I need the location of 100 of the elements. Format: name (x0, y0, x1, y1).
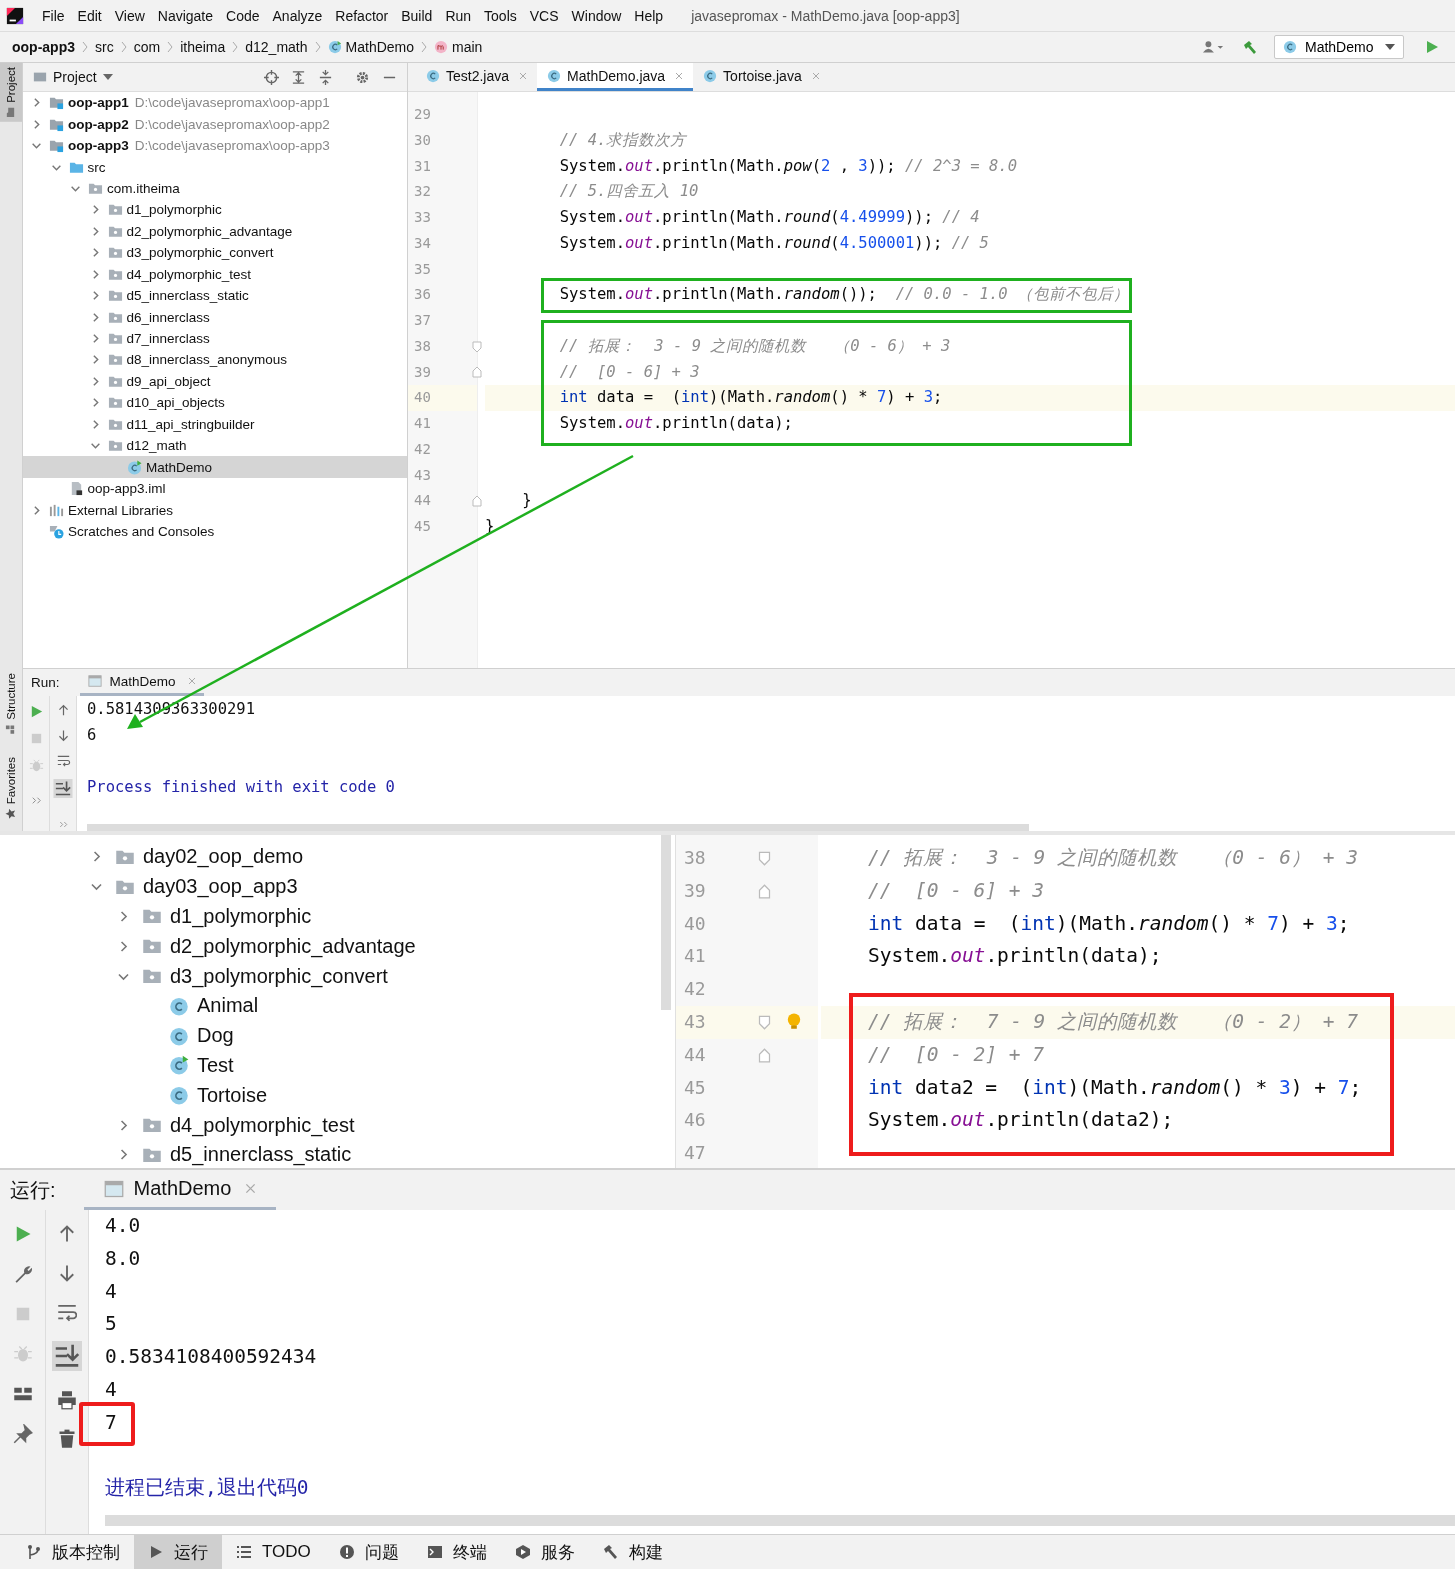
fold-marker-icon[interactable] (472, 366, 482, 379)
settings-icon[interactable] (355, 69, 370, 85)
tree-item[interactable]: Tortoise (0, 1080, 675, 1111)
tree-item[interactable]: d2_polymorphic_advantage (0, 931, 675, 962)
tree-item[interactable]: Scratches and Consoles (23, 520, 407, 543)
tree-item[interactable]: d4_polymorphic_test (0, 1110, 675, 1140)
run-config-dropdown[interactable]: MathDemo (1274, 35, 1404, 59)
run-tab[interactable]: MathDemo (83, 1170, 277, 1210)
tree-item[interactable]: External Libraries (23, 499, 407, 521)
tool-window-button[interactable]: 版本控制 (12, 1535, 134, 1569)
line-number: 30 (413, 130, 431, 150)
tree-item[interactable]: d1_polymorphic (23, 199, 407, 221)
tree-item[interactable]: d6_innerclass (23, 306, 407, 328)
trash-icon[interactable] (57, 1429, 77, 1449)
tree-item[interactable]: oop-app2 D:\code\javasepromax\oop-app2 (23, 113, 407, 135)
fold-marker-icon[interactable] (758, 883, 771, 899)
menu-item[interactable]: Tools (483, 7, 518, 24)
tool-window-button[interactable]: 服务 (500, 1535, 589, 1569)
favorites-tool-tab[interactable]: Favorites (0, 752, 22, 823)
scroll-to-end-icon[interactable] (52, 1341, 82, 1371)
tree-item[interactable]: d5_innerclass_static (23, 284, 407, 307)
expand-all-icon[interactable] (291, 69, 306, 85)
breadcrumb-item[interactable]: com (133, 39, 161, 55)
line-number: 45 (413, 517, 431, 536)
tree-item[interactable]: d8_innerclass_anonymous (23, 349, 407, 371)
scrollbar[interactable] (105, 1515, 1455, 1526)
tree-item[interactable]: day02_oop_demo (0, 842, 675, 872)
fold-marker-icon[interactable] (472, 340, 482, 353)
code-line: // 拓展： 7 - 9 之间的随机数 （0 - 2） + 7 (866, 1009, 1358, 1035)
menu-item[interactable]: Refactor (334, 7, 390, 24)
fold-marker-icon[interactable] (758, 1014, 771, 1030)
tool-window-button[interactable]: 问题 (324, 1535, 413, 1569)
tool-window-button[interactable]: TODO (222, 1535, 325, 1569)
menu-item[interactable]: Build (400, 7, 434, 24)
tree-item[interactable]: d4_polymorphic_test (23, 263, 407, 285)
tool-window-button[interactable]: 构建 (588, 1535, 677, 1569)
pin-icon[interactable] (12, 1424, 33, 1444)
tree-item[interactable]: oop-app3 D:\code\javasepromax\oop-app3 (23, 134, 407, 157)
fold-marker-icon[interactable] (758, 850, 771, 866)
breadcrumb-item[interactable]: d12_math (245, 39, 308, 55)
tree-item[interactable]: src (23, 156, 407, 178)
tree-item[interactable]: d9_api_object (23, 370, 407, 393)
collapse-all-icon[interactable] (318, 69, 333, 85)
tree-item[interactable]: Dog (0, 1020, 675, 1051)
class-icon (703, 68, 718, 83)
close-icon[interactable] (675, 71, 684, 80)
tree-item[interactable]: d3_polymorphic_convert (23, 242, 407, 264)
breadcrumb-item[interactable]: src (95, 39, 114, 55)
lightbulb-icon[interactable] (787, 1013, 801, 1032)
structure-tool-tab[interactable]: Structure (0, 669, 22, 739)
tree-item[interactable]: d5_innerclass_static (0, 1139, 675, 1170)
menu-item[interactable]: Code (225, 7, 261, 24)
tree-item[interactable]: Test (0, 1050, 675, 1081)
print-icon[interactable] (57, 1390, 77, 1410)
scrollbar[interactable] (661, 835, 671, 1010)
wrap-icon[interactable] (57, 1302, 77, 1322)
down-arrow-icon[interactable] (57, 1263, 77, 1283)
fold-marker-icon[interactable] (758, 1047, 771, 1063)
tree-item[interactable]: day03_oop_app3 (0, 871, 675, 902)
tree-item[interactable]: oop-app3.iml (23, 477, 407, 500)
menu-item[interactable]: VCS (528, 7, 560, 24)
menu-item[interactable]: Window (570, 7, 623, 24)
tree-item[interactable]: d2_polymorphic_advantage (23, 220, 407, 243)
tree-item[interactable]: d12_math (23, 435, 407, 457)
tree-item[interactable]: d11_api_stringbuilder (23, 413, 407, 435)
menu-item[interactable]: Edit (76, 7, 103, 24)
editor-tab[interactable]: Test2.java (416, 63, 538, 91)
breadcrumb-item[interactable]: oop-app3 (12, 39, 75, 55)
tree-item[interactable]: Animal (0, 991, 675, 1021)
menu-item[interactable]: Analyze (271, 7, 324, 24)
tree-item[interactable]: d10_api_objects (23, 392, 407, 414)
scroll-to-end-icon[interactable] (52, 778, 74, 798)
user-icon[interactable] (1202, 39, 1224, 55)
tree-item[interactable]: d3_polymorphic_convert (0, 961, 675, 991)
menu-item[interactable]: Navigate (156, 7, 215, 24)
tool-window-button[interactable]: 运行 (134, 1535, 222, 1569)
editor-tab[interactable]: MathDemo.java (537, 63, 694, 91)
tree-item[interactable]: MathDemo (23, 456, 407, 478)
breadcrumb-item[interactable]: main (434, 39, 483, 55)
breadcrumb-item[interactable]: itheima (180, 39, 226, 55)
console-line: 8.0 (105, 1246, 141, 1270)
scrollbar[interactable] (87, 824, 1029, 831)
fold-marker-icon[interactable] (472, 495, 482, 508)
tree-item[interactable]: d7_innerclass (23, 327, 407, 350)
project-tool-tab[interactable]: Project (0, 63, 22, 122)
menu-item[interactable]: File (41, 7, 66, 24)
editor-tab[interactable]: Tortoise.java (693, 63, 830, 91)
tool-window-button[interactable]: 终端 (412, 1535, 501, 1569)
line-number: 35 (413, 259, 431, 279)
menu-item[interactable]: View (113, 7, 146, 24)
locate-icon[interactable] (264, 69, 279, 85)
tree-item[interactable]: oop-app1 D:\code\javasepromax\oop-app1 (23, 92, 407, 114)
run-tab[interactable]: MathDemo (79, 669, 204, 696)
menu-item[interactable]: Help (633, 7, 665, 24)
tree-item[interactable]: d1_polymorphic (0, 901, 675, 932)
tree-item[interactable]: com.itheima (23, 177, 407, 200)
breadcrumb-item[interactable]: MathDemo (327, 39, 414, 55)
wrap-icon[interactable] (55, 753, 71, 767)
menu-item[interactable]: Run (444, 7, 473, 24)
panel-title-dropdown[interactable]: Project (33, 69, 113, 85)
